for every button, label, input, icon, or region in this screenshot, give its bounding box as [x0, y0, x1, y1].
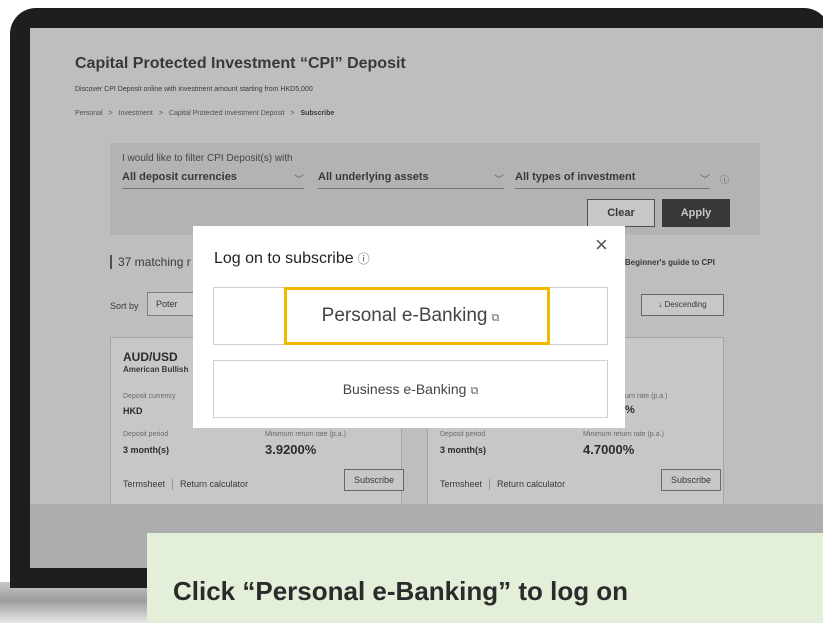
highlight-box	[284, 287, 550, 345]
modal-title-text: Log on to subscribe	[214, 250, 354, 267]
modal-title: Log on to subscribe ⓘ	[214, 250, 370, 268]
external-link-icon: ⧉	[470, 385, 479, 397]
close-icon[interactable]: ×	[595, 234, 608, 256]
business-ebanking-button[interactable]: Business e-Banking ⧉	[213, 360, 608, 418]
instruction-caption: Click “Personal e-Banking” to log on	[147, 533, 823, 623]
info-icon[interactable]: ⓘ	[358, 252, 370, 266]
caption-text: Click “Personal e-Banking” to log on	[173, 576, 629, 606]
laptop-frame: Capital Protected Investment “CPI” Depos…	[0, 0, 823, 623]
business-ebanking-label: Business e-Banking	[342, 381, 467, 397]
